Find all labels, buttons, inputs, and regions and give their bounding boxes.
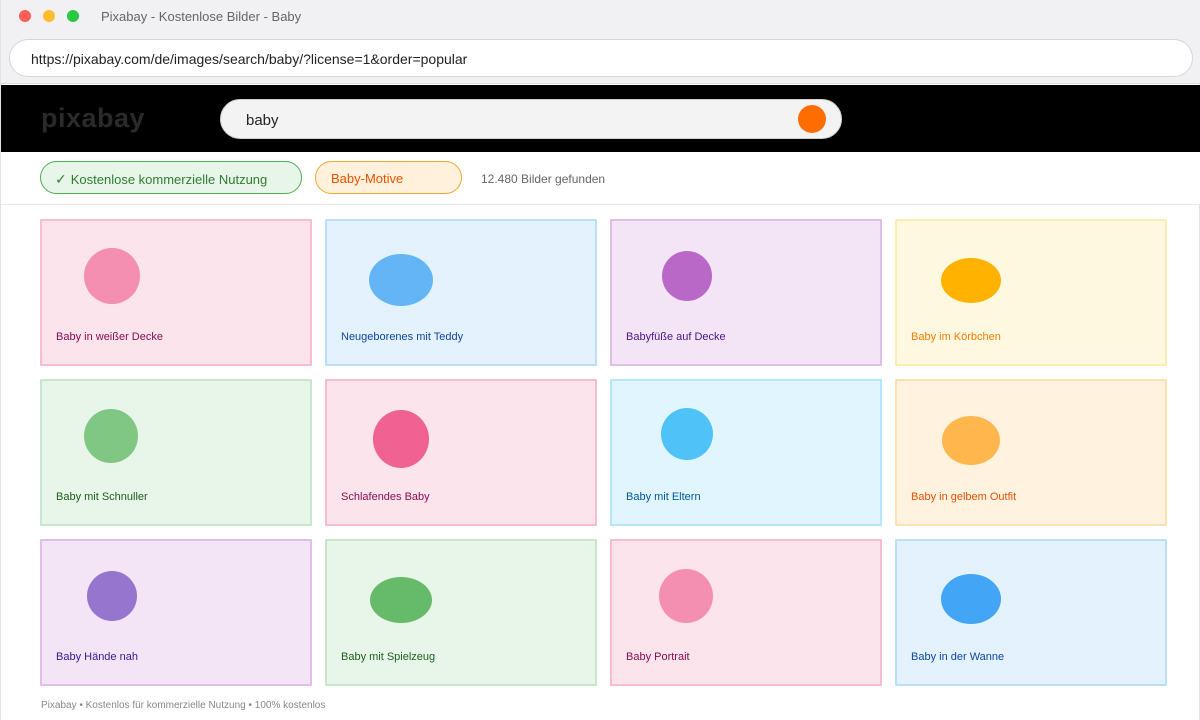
image-card[interactable]: Baby in der Wanne bbox=[895, 539, 1167, 686]
image-thumbnail[interactable] bbox=[84, 248, 140, 304]
image-caption: Baby in weißer Decke bbox=[56, 331, 163, 343]
image-caption: Baby in der Wanne bbox=[911, 651, 1005, 663]
url-text[interactable]: https://pixabay.com/de/images/search/bab… bbox=[31, 51, 467, 67]
image-card[interactable]: Baby in gelbem Outfit bbox=[895, 379, 1167, 526]
image-thumbnail[interactable] bbox=[370, 577, 432, 623]
image-thumbnail[interactable] bbox=[941, 574, 1001, 624]
image-thumbnail[interactable] bbox=[659, 569, 713, 623]
image-card[interactable]: Baby mit Schnuller bbox=[40, 379, 312, 526]
browser-toolbar: https://pixabay.com/de/images/search/bab… bbox=[1, 32, 1200, 84]
topic-filter-label: Baby-Motive bbox=[331, 171, 404, 186]
image-card[interactable]: Baby in weißer Decke bbox=[40, 219, 312, 366]
title-bar: Pixabay - Kostenlose Bilder - Baby bbox=[1, 0, 1200, 32]
image-caption: Baby im Körbchen bbox=[911, 331, 1001, 343]
image-thumbnail[interactable] bbox=[942, 416, 1000, 465]
image-caption: Baby mit Eltern bbox=[626, 491, 701, 503]
image-thumbnail[interactable] bbox=[662, 251, 712, 301]
image-card[interactable]: Babyfüße auf Decke bbox=[610, 219, 882, 366]
image-card[interactable]: Baby Hände nah bbox=[40, 539, 312, 686]
filter-bar: ✓ Kostenlose kommerzielle Nutzung Baby-Mo… bbox=[1, 152, 1200, 205]
browser-window: Pixabay - Kostenlose Bilder - Baby https… bbox=[0, 0, 1200, 720]
search-button[interactable] bbox=[798, 105, 826, 133]
image-card[interactable]: Baby Portrait bbox=[610, 539, 882, 686]
image-card[interactable]: Neugeborenes mit Teddy bbox=[325, 219, 597, 366]
window-title: Pixabay - Kostenlose Bilder - Baby bbox=[101, 9, 302, 24]
search-input[interactable]: baby bbox=[220, 99, 842, 139]
image-thumbnail[interactable] bbox=[373, 410, 429, 468]
image-caption: Baby Portrait bbox=[626, 651, 690, 663]
minimize-window-button[interactable] bbox=[43, 10, 55, 22]
topic-filter-chip[interactable]: Baby-Motive bbox=[315, 161, 462, 194]
address-bar[interactable]: https://pixabay.com/de/images/search/bab… bbox=[9, 39, 1193, 77]
image-caption: Baby mit Spielzeug bbox=[341, 651, 436, 663]
image-thumbnail[interactable] bbox=[84, 409, 138, 463]
maximize-window-button[interactable] bbox=[67, 10, 79, 22]
image-caption: Baby mit Schnuller bbox=[56, 491, 148, 503]
image-caption: Baby in gelbem Outfit bbox=[911, 491, 1017, 503]
image-card[interactable]: Baby mit Spielzeug bbox=[325, 539, 597, 686]
check-icon: ✓ bbox=[55, 171, 67, 187]
image-caption: Baby Hände nah bbox=[56, 651, 138, 663]
image-card[interactable]: Baby mit Eltern bbox=[610, 379, 882, 526]
pixabay-logo[interactable]: pixabay bbox=[41, 103, 145, 134]
site-header: pixabay baby bbox=[1, 85, 1200, 152]
image-caption: Neugeborenes mit Teddy bbox=[341, 331, 464, 343]
image-caption: Babyfüße auf Decke bbox=[626, 331, 726, 343]
footer-text: Pixabay • Kostenlos für kommerzielle Nut… bbox=[41, 700, 326, 711]
image-card[interactable]: Schlafendes Baby bbox=[325, 379, 597, 526]
license-filter-label: Kostenlose kommerzielle Nutzung bbox=[70, 172, 268, 187]
image-grid: Baby in weißer Decke Neugeborenes mit Ted… bbox=[40, 219, 1167, 686]
image-thumbnail[interactable] bbox=[661, 408, 713, 460]
image-thumbnail[interactable] bbox=[369, 254, 433, 306]
close-window-button[interactable] bbox=[19, 10, 31, 22]
result-count: 12.480 Bilder gefunden bbox=[481, 172, 606, 186]
image-card[interactable]: Baby im Körbchen bbox=[895, 219, 1167, 366]
search-query[interactable]: baby bbox=[246, 112, 279, 129]
image-thumbnail[interactable] bbox=[87, 571, 137, 621]
image-caption: Schlafendes Baby bbox=[341, 491, 430, 503]
image-thumbnail[interactable] bbox=[941, 258, 1001, 303]
license-filter-chip[interactable]: ✓ Kostenlose kommerzielle Nutzung bbox=[40, 161, 302, 194]
